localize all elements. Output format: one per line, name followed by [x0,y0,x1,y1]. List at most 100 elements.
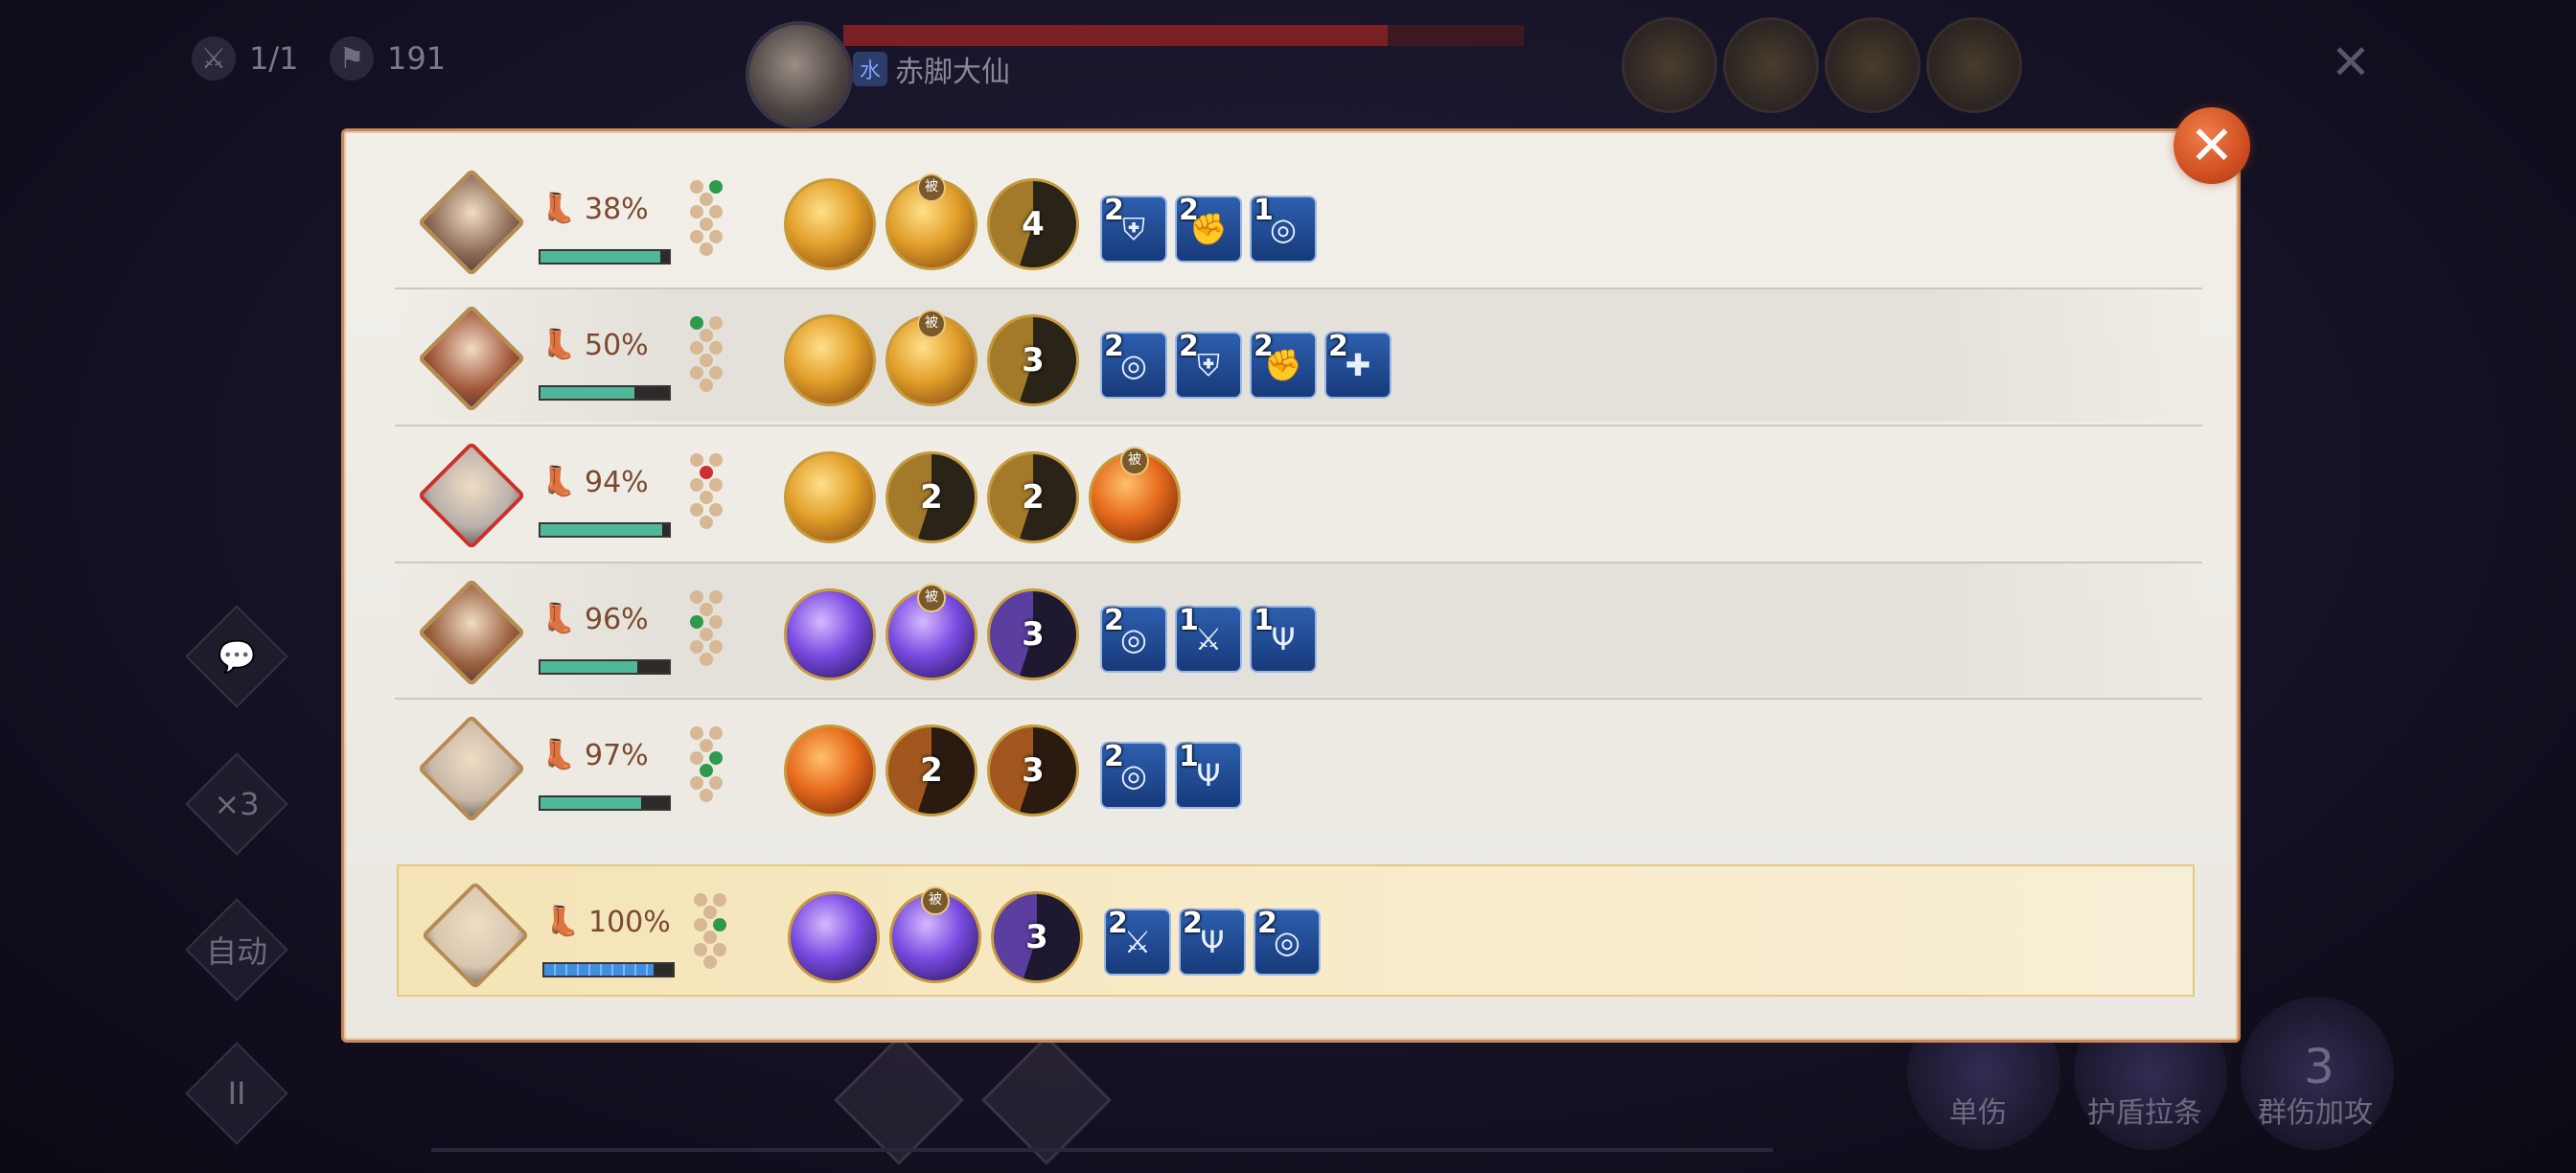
boss-hp-fill [843,25,1388,46]
skill-icon[interactable]: 被 [1089,447,1181,543]
skill-icon[interactable]: 被 [886,310,978,406]
strength-buff-icon[interactable]: ✊ 2 [1250,330,1317,399]
unit-portrait[interactable] [417,441,526,550]
chat-button[interactable]: 💬 [185,605,288,708]
position-pip [690,453,703,467]
unit-portrait[interactable] [417,168,526,277]
skill-cooldown: 3 [1022,615,1045,654]
skill-icon[interactable]: 3 [987,724,1079,816]
skill-icon[interactable] [788,891,880,983]
speed-button[interactable]: ×3 [185,752,288,856]
position-pip [700,242,713,256]
guard-buff-icon[interactable]: ◎ 2 [1254,907,1321,976]
skill-icon[interactable] [784,314,876,406]
shield-buff-icon[interactable]: ⛨ 2 [1175,330,1242,399]
sword-buff-icon[interactable]: ⚔ 2 [1104,907,1171,976]
hp-bar [539,659,671,675]
portrait-frame [417,714,526,823]
guard-buff-icon[interactable]: ◎ 1 [1250,194,1317,263]
unit-row[interactable]: 👢 96% 被 3 ◎ 2 ⚔ 1 Ψ 1 [395,564,2202,696]
boot-speed-icon: 👢 [544,905,581,938]
position-pip [700,218,713,231]
trident-buff-icon[interactable]: Ψ1 [1175,740,1242,809]
position-pip [700,466,713,479]
skill-icon[interactable] [784,178,876,270]
skill-icon[interactable]: 2 [886,451,978,543]
speed-readout: 👢 38% [540,192,649,226]
close-panel-button[interactable]: ✕ [2174,107,2250,184]
position-pip [709,230,723,243]
position-pip [709,640,723,654]
position-pip [700,379,713,392]
buff-stack-count: 2 [1179,330,1199,363]
position-pip [690,478,703,492]
hp-bar-fill [540,524,663,536]
position-pip [690,366,703,380]
skill-icon[interactable]: 被 [889,886,981,983]
position-pip [690,341,703,355]
skill-list: 被4 [784,173,1079,270]
skill-icon[interactable]: 2 [987,451,1079,543]
unit-portrait[interactable] [421,881,530,990]
portrait-frame [417,578,526,687]
sword-buff-icon[interactable]: ⚔ 1 [1175,604,1242,673]
position-pip [694,943,707,956]
pause-button[interactable]: II [185,1042,288,1145]
position-pip [709,180,723,194]
unit-row[interactable]: 👢 50% 被 3 ◎ 2 ⛨ 2 ✊ 2 ✚ 2 [395,289,2202,422]
unit-face [424,721,519,816]
position-pip [709,341,723,355]
action-progress-track [431,1148,1773,1152]
boot-speed-icon: 👢 [540,192,577,225]
position-pip [700,354,713,367]
strength-buff-icon[interactable]: ✊ 2 [1175,194,1242,263]
unit-row[interactable]: 👢 97% 2 3 ◎ 2 Ψ 1 [395,700,2202,832]
skill-icon[interactable]: 3 [987,314,1079,406]
skill-icon[interactable] [784,724,876,816]
skill-icon[interactable]: 被 [886,173,978,270]
trident-icon: Ψ [1271,621,1296,657]
top-close-icon[interactable]: ✕ [2331,34,2371,90]
position-pip [690,615,703,629]
skill-list: 被3 [784,310,1079,406]
pause-icon: II [227,1075,246,1112]
skill-cooldown: 2 [1022,478,1045,517]
turn-order-portrait [1622,17,1717,113]
boot-speed-icon: 👢 [540,465,577,498]
chat-bubble-icon: 💬 [218,638,256,675]
skill-icon[interactable]: 被 [886,584,978,680]
auto-button[interactable]: 自动 [185,898,288,1001]
skill-list: 2 2 被 [784,447,1181,543]
unit-portrait[interactable] [417,714,526,823]
buff-stack-count: 2 [1104,194,1124,227]
unit-row[interactable]: 👢 38% 被 4 ⛨ 2 ✊ 2 ◎ 1 [395,153,2202,286]
skill-icon[interactable]: 3 [987,588,1079,680]
buff-stack-count: 2 [1179,194,1199,227]
guard-buff-icon[interactable]: ◎ 2 [1100,604,1167,673]
skill-icon[interactable]: 2 [886,724,978,816]
position-pip [690,751,703,765]
unit-portrait[interactable] [417,578,526,687]
skill-icon[interactable]: 3 [991,891,1083,983]
guard-buff-icon[interactable]: ◎ 2 [1100,740,1167,809]
skill-cooldown: 4 [1022,205,1045,243]
trident-buff-icon[interactable]: Ψ2 [1179,907,1246,976]
speed-readout: 👢 94% [540,465,649,499]
shield-buff-icon[interactable]: ⛨ 2 [1100,194,1167,263]
unit-row[interactable]: 👢 100% 被 3 ⚔ 2 Ψ 2 ◎ 2 [397,864,2195,997]
close-icon: ✕ [2189,114,2235,177]
unit-portrait[interactable] [417,304,526,413]
heal-buff-icon[interactable]: ✚ 2 [1324,330,1392,399]
portrait-frame [421,881,530,990]
boss-portrait[interactable] [746,21,853,128]
position-pip [690,590,703,604]
trident-buff-icon[interactable]: Ψ1 [1250,604,1317,673]
unit-row[interactable]: 👢 94% 2 2 被 [395,426,2202,559]
shield-icon: ⛨ [1121,210,1145,247]
skill-group-label: 群伤加攻 [2258,1096,2373,1130]
skill-icon[interactable] [784,451,876,543]
buff-stack-count: 2 [1104,330,1124,363]
guard-buff-icon[interactable]: ◎ 2 [1100,330,1167,399]
skill-icon[interactable] [784,588,876,680]
skill-icon[interactable]: 4 [987,178,1079,270]
